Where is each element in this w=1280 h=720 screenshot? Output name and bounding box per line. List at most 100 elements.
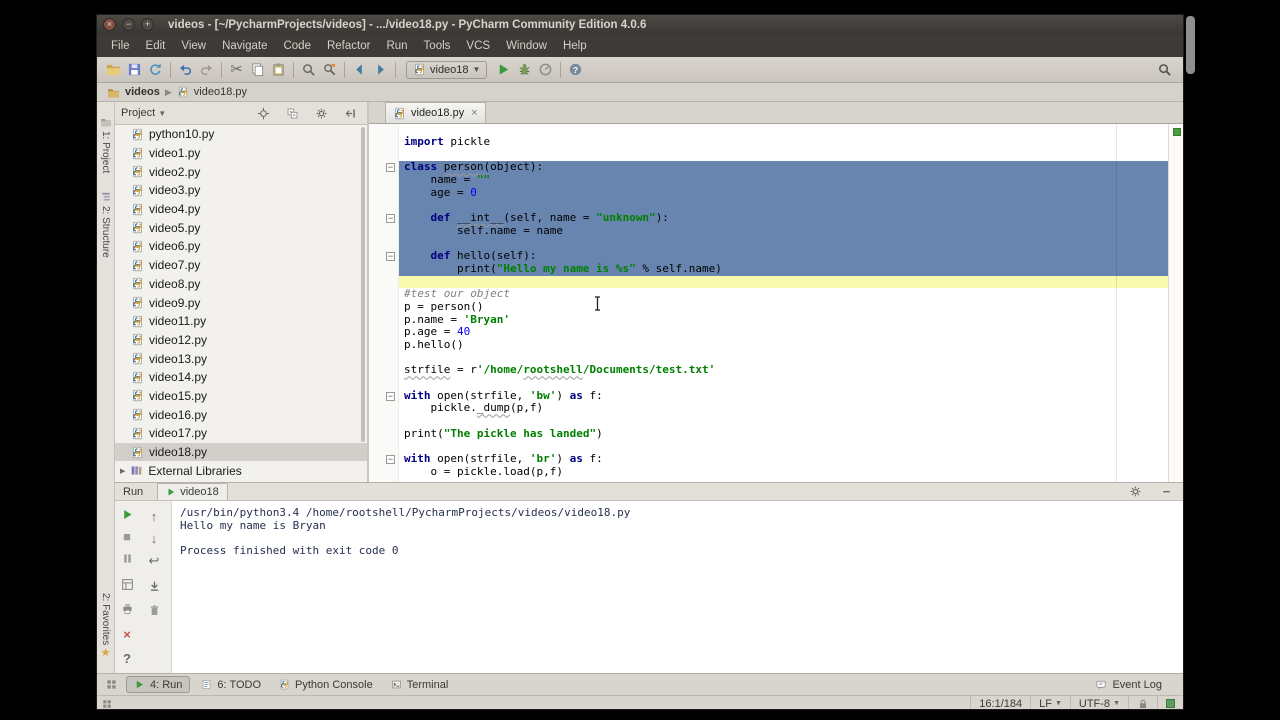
tree-item-video3.py[interactable]: video3.py xyxy=(115,181,367,200)
run-configuration-select[interactable]: video18 ▼ xyxy=(406,60,488,79)
inspection-profile-widget[interactable] xyxy=(1157,696,1183,709)
menu-item-run[interactable]: Run xyxy=(378,37,415,55)
close-icon[interactable]: × xyxy=(471,107,477,119)
down-stack-button[interactable]: ↓ xyxy=(145,529,163,547)
help-button[interactable]: ? xyxy=(565,59,586,80)
code-line[interactable]: self.name = name xyxy=(399,224,1168,238)
undo-button[interactable] xyxy=(175,59,196,80)
minimize-button[interactable]: − xyxy=(1156,481,1177,502)
menu-item-file[interactable]: File xyxy=(103,37,138,55)
scroll-end-button[interactable] xyxy=(145,577,163,595)
fold-marker[interactable]: − xyxy=(386,391,395,401)
back-button[interactable] xyxy=(349,59,370,80)
save-all-button[interactable] xyxy=(124,59,145,80)
tree-item-video4.py[interactable]: video4.py xyxy=(115,200,367,219)
code-line[interactable]: p = person() xyxy=(399,300,1168,314)
menu-item-vcs[interactable]: VCS xyxy=(458,37,498,55)
tool-window-button-4-run[interactable]: 4: Run xyxy=(126,676,191,693)
menu-item-window[interactable]: Window xyxy=(498,37,555,55)
synchronize-button[interactable] xyxy=(145,59,166,80)
expand-arrow-icon[interactable]: ▶ xyxy=(120,467,125,475)
code-line[interactable]: print("Hello my name is %s" % self.name) xyxy=(399,262,1168,276)
find-button[interactable] xyxy=(298,59,319,80)
code-line[interactable]: #test our object xyxy=(399,287,1168,301)
external-scrollbar-thumb[interactable] xyxy=(1186,16,1195,74)
tree-item-video12.py[interactable]: video12.py xyxy=(115,331,367,350)
menu-item-edit[interactable]: Edit xyxy=(138,37,174,55)
tool-window-tab-2-favorites[interactable]: 2: Favorites ★ xyxy=(100,589,111,663)
code-line[interactable]: name = "" xyxy=(399,173,1168,187)
tool-window-button-6-todo[interactable]: 6: TODO xyxy=(194,676,268,693)
caret-position-widget[interactable]: 16:1/184 xyxy=(970,696,1030,709)
tool-window-tab-2-structure[interactable]: 2: Structure xyxy=(100,187,112,262)
settings-gear-button[interactable] xyxy=(311,103,332,124)
tool-window-quick-access-icon[interactable] xyxy=(97,699,112,709)
menu-item-navigate[interactable]: Navigate xyxy=(214,37,275,55)
up-stack-button[interactable]: ↑ xyxy=(145,507,163,525)
code-line[interactable]: import pickle xyxy=(399,135,1168,149)
project-panel-title[interactable]: Project xyxy=(121,107,155,119)
tree-item-video7.py[interactable]: video7.py xyxy=(115,256,367,275)
code-line[interactable]: p.age = 40 xyxy=(399,325,1168,339)
copy-button[interactable] xyxy=(247,59,268,80)
lock-icon[interactable] xyxy=(1128,696,1157,709)
window-maximize-button[interactable]: + xyxy=(141,18,154,31)
stop-button[interactable]: ■ xyxy=(118,527,136,545)
code-line[interactable]: p.hello() xyxy=(399,338,1168,352)
soft-wrap-button[interactable]: ↩ xyxy=(145,551,163,569)
run-console[interactable]: /usr/bin/python3.4 /home/rootshell/Pycha… xyxy=(172,501,1183,673)
open-folder-button[interactable] xyxy=(103,59,124,80)
printer-button[interactable] xyxy=(118,599,136,617)
search-everywhere-button[interactable] xyxy=(1154,59,1175,80)
code-line[interactable]: o = pickle.load(p,f) xyxy=(399,465,1168,479)
menu-item-refactor[interactable]: Refactor xyxy=(319,37,378,55)
tree-item-video11.py[interactable]: video11.py xyxy=(115,312,367,331)
collapse-all-button[interactable] xyxy=(282,103,303,124)
run-play-button[interactable] xyxy=(493,59,514,80)
tree-item-external-libraries[interactable]: ▶ External Libraries xyxy=(115,461,367,480)
code-line[interactable]: strfile = r'/home/rootshell/Documents/te… xyxy=(399,364,1168,377)
close-x-button[interactable]: × xyxy=(118,625,136,643)
fold-marker[interactable]: − xyxy=(386,213,395,223)
replace-button[interactable] xyxy=(319,59,340,80)
tool-window-button-event-log[interactable]: Event Log xyxy=(1088,676,1169,693)
menu-item-code[interactable]: Code xyxy=(275,37,319,55)
tree-item-video15.py[interactable]: video15.py xyxy=(115,387,367,406)
encoding-widget[interactable]: UTF-8 ▼ xyxy=(1069,696,1128,709)
editor-tab-video18[interactable]: video18.py × xyxy=(385,102,486,123)
tree-item-video1.py[interactable]: video1.py xyxy=(115,144,367,163)
debug-bug-button[interactable] xyxy=(514,59,535,80)
breadcrumb-folder[interactable]: videos xyxy=(125,86,160,98)
pause-button[interactable] xyxy=(118,549,136,567)
run-tab-video18[interactable]: video18 xyxy=(157,483,228,500)
question-button[interactable]: ? xyxy=(118,649,136,667)
tree-item-video2.py[interactable]: video2.py xyxy=(115,162,367,181)
tree-item-video17.py[interactable]: video17.py xyxy=(115,424,367,443)
code-line[interactable]: p.name = 'Bryan' xyxy=(399,313,1168,327)
tree-item-video18.py[interactable]: video18.py xyxy=(115,442,367,462)
restore-layout-button[interactable] xyxy=(118,575,136,593)
code-editor[interactable]: − − − − − import pickle class person(object):… xyxy=(369,124,1183,482)
fold-marker[interactable]: − xyxy=(386,251,395,261)
redo-button[interactable] xyxy=(196,59,217,80)
line-separator-widget[interactable]: LF ▼ xyxy=(1030,696,1070,709)
menu-item-tools[interactable]: Tools xyxy=(416,37,459,55)
tree-item-video6.py[interactable]: video6.py xyxy=(115,237,367,256)
tree-item-video14.py[interactable]: video14.py xyxy=(115,368,367,387)
settings-gear-button[interactable] xyxy=(1125,481,1146,502)
clear-all-button[interactable] xyxy=(145,601,163,619)
tree-item-video13.py[interactable]: video13.py xyxy=(115,349,367,368)
fold-marker[interactable]: − xyxy=(386,162,395,172)
hide-panel-button[interactable] xyxy=(340,103,361,124)
code-line[interactable] xyxy=(399,275,1168,289)
rerun-button[interactable] xyxy=(118,505,136,523)
tool-window-switcher-icon[interactable] xyxy=(101,674,122,695)
menu-item-help[interactable]: Help xyxy=(555,37,595,55)
paste-button[interactable] xyxy=(268,59,289,80)
fold-marker[interactable]: − xyxy=(386,455,395,464)
tree-item-video5.py[interactable]: video5.py xyxy=(115,218,367,237)
cut-button[interactable]: ✂ xyxy=(226,59,247,80)
tool-window-tab-1-project[interactable]: 1: Project xyxy=(100,112,112,177)
editor-error-stripe[interactable] xyxy=(1168,124,1183,482)
tree-item-video16.py[interactable]: video16.py xyxy=(115,405,367,424)
